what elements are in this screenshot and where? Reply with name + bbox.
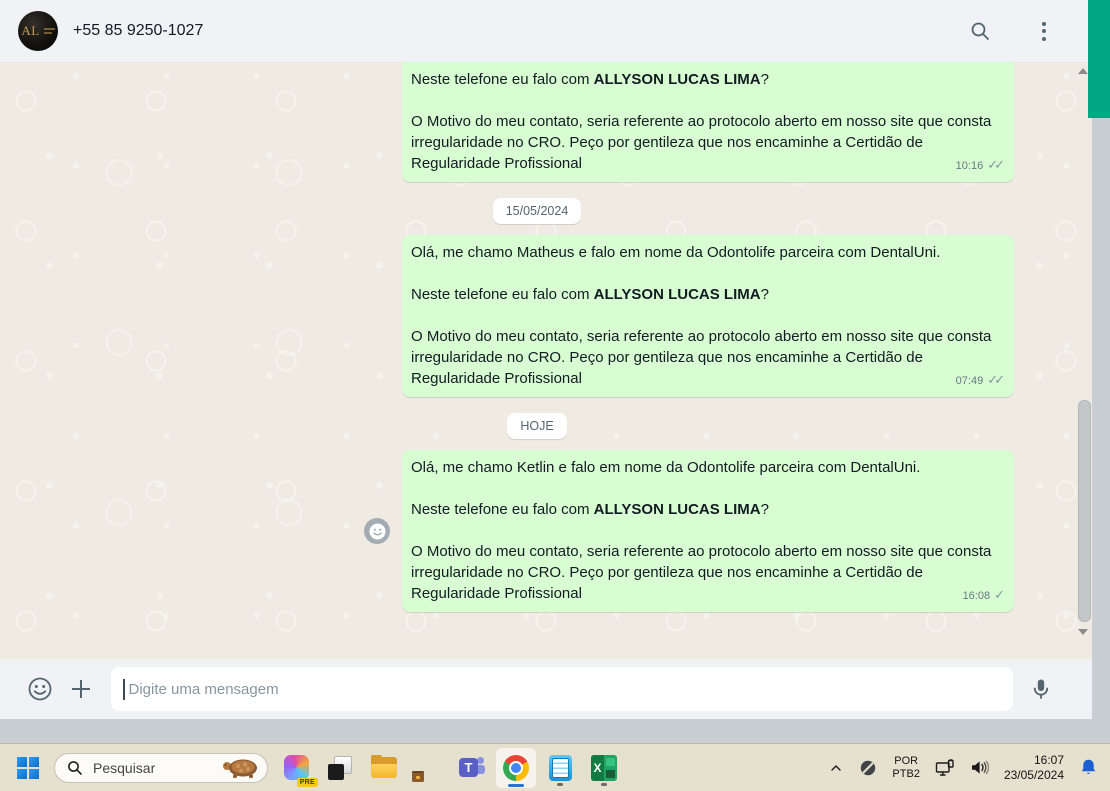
composer-bar: Digite uma mensagem	[0, 659, 1092, 719]
taskbar-clock[interactable]: 16:07 23/05/2024	[1000, 753, 1068, 783]
search-icon[interactable]	[968, 19, 992, 43]
input-placeholder: Digite uma mensagem	[128, 680, 279, 698]
notepad-icon[interactable]	[540, 748, 580, 788]
message-meta: 10:16 ✓✓	[956, 156, 1005, 177]
reaction-smiley-icon[interactable]	[364, 518, 390, 544]
chrome-icon[interactable]	[496, 747, 536, 788]
message-ask-line: Neste telefone eu falo com ALLYSON LUCAS…	[411, 501, 769, 518]
avatar-decoration	[43, 28, 55, 34]
chat-area[interactable]: Neste telefone eu falo com ALLYSON LUCAS…	[0, 62, 1092, 659]
double-check-icon: ✓✓	[987, 157, 1005, 172]
double-check-icon: ✓✓	[987, 372, 1005, 387]
message-ask-line: Neste telefone eu falo com ALLYSON LUCAS…	[411, 71, 769, 88]
edge-icon[interactable]	[408, 748, 448, 788]
message-list: Neste telefone eu falo com ALLYSON LUCAS…	[0, 62, 1092, 612]
windows-start-icon[interactable]	[10, 748, 46, 788]
scroll-down-arrow[interactable]	[1078, 629, 1088, 635]
taskbar-left: Pesquisar PRE T X	[0, 744, 624, 791]
taskbar-search-input[interactable]: Pesquisar	[54, 752, 268, 783]
active-app-indicator	[508, 783, 524, 787]
language-indicator[interactable]: POR PTB2	[888, 755, 924, 781]
windows-taskbar: Pesquisar PRE T X POR PTB2 16:07 23/05/2…	[0, 743, 1110, 791]
language-line1: POR	[894, 754, 919, 767]
teams-icon[interactable]: T	[452, 748, 492, 788]
running-app-indicator	[601, 782, 607, 786]
start-logo	[17, 756, 39, 779]
message-time: 16:08	[962, 590, 991, 602]
message-intro: Olá, me chamo Ketlin e falo em nome da O…	[411, 459, 921, 476]
running-app-indicator	[557, 782, 563, 786]
excel-icon[interactable]: X	[584, 748, 624, 788]
text-caret	[123, 678, 125, 700]
copilot-icon[interactable]: PRE	[276, 748, 318, 788]
chat-title[interactable]: +55 85 9250-1027	[73, 22, 968, 40]
menu-icon[interactable]	[1026, 17, 1062, 45]
mic-icon[interactable]	[1029, 677, 1053, 701]
message-meta: 07:49 ✓✓	[956, 371, 1005, 392]
clock-date: 23/05/2024	[1003, 767, 1064, 782]
emoji-icon[interactable]	[27, 676, 53, 702]
message-outgoing[interactable]: Neste telefone eu falo com ALLYSON LUCAS…	[402, 62, 1014, 182]
copilot-logo	[283, 755, 309, 780]
search-icon	[68, 760, 82, 775]
chat-header: AL +55 85 9250-1027	[0, 0, 1092, 62]
message-body: O Motivo do meu contato, seria referente…	[411, 543, 992, 602]
volume-icon[interactable]	[966, 755, 993, 780]
message-meta: 16:08 ✓	[963, 586, 1005, 607]
message-time: 10:16	[955, 160, 984, 172]
background-window-accent	[1088, 0, 1110, 118]
date-separator: HOJE	[507, 413, 567, 439]
message-outgoing[interactable]: Olá, me chamo Matheus e falo em nome da …	[402, 235, 1014, 397]
scroll-up-arrow[interactable]	[1078, 68, 1088, 74]
avatar-monogram: AL	[21, 23, 40, 38]
network-icon[interactable]	[931, 755, 959, 781]
message-body: O Motivo do meu contato, seria referente…	[411, 113, 992, 172]
message-outgoing[interactable]: Olá, me chamo Ketlin e falo em nome da O…	[364, 450, 1014, 612]
scrollbar-thumb[interactable]	[1078, 400, 1091, 622]
message-intro: Olá, me chamo Matheus e falo em nome da …	[411, 244, 941, 261]
message-time: 07:49	[955, 375, 984, 387]
language-line2: PTB2	[892, 767, 920, 780]
date-separator: 15/05/2024	[492, 198, 582, 224]
tray-chevron-up-icon[interactable]	[824, 756, 848, 780]
message-ask-line: Neste telefone eu falo com ALLYSON LUCAS…	[411, 286, 769, 303]
avatar[interactable]: AL	[18, 11, 58, 51]
plus-icon[interactable]	[69, 677, 93, 701]
file-explorer-icon[interactable]	[364, 748, 404, 788]
turtle-image[interactable]	[219, 755, 261, 781]
message-input[interactable]: Digite uma mensagem	[111, 667, 1013, 711]
search-placeholder: Pesquisar	[93, 759, 156, 776]
clock-time: 16:07	[1033, 752, 1064, 767]
copilot-preview-badge: PRE	[296, 777, 318, 787]
whatsapp-window: AL +55 85 9250-1027 Neste telefone eu fa…	[0, 0, 1092, 719]
tray-disabled-status-icon[interactable]	[855, 755, 881, 781]
single-check-icon: ✓	[994, 587, 1005, 602]
header-actions	[968, 17, 1062, 45]
message-body: O Motivo do meu contato, seria referente…	[411, 328, 992, 387]
system-tray: POR PTB2 16:07 23/05/2024	[824, 744, 1110, 791]
task-view-icon[interactable]	[320, 748, 360, 788]
notification-bell-icon[interactable]	[1075, 754, 1102, 781]
